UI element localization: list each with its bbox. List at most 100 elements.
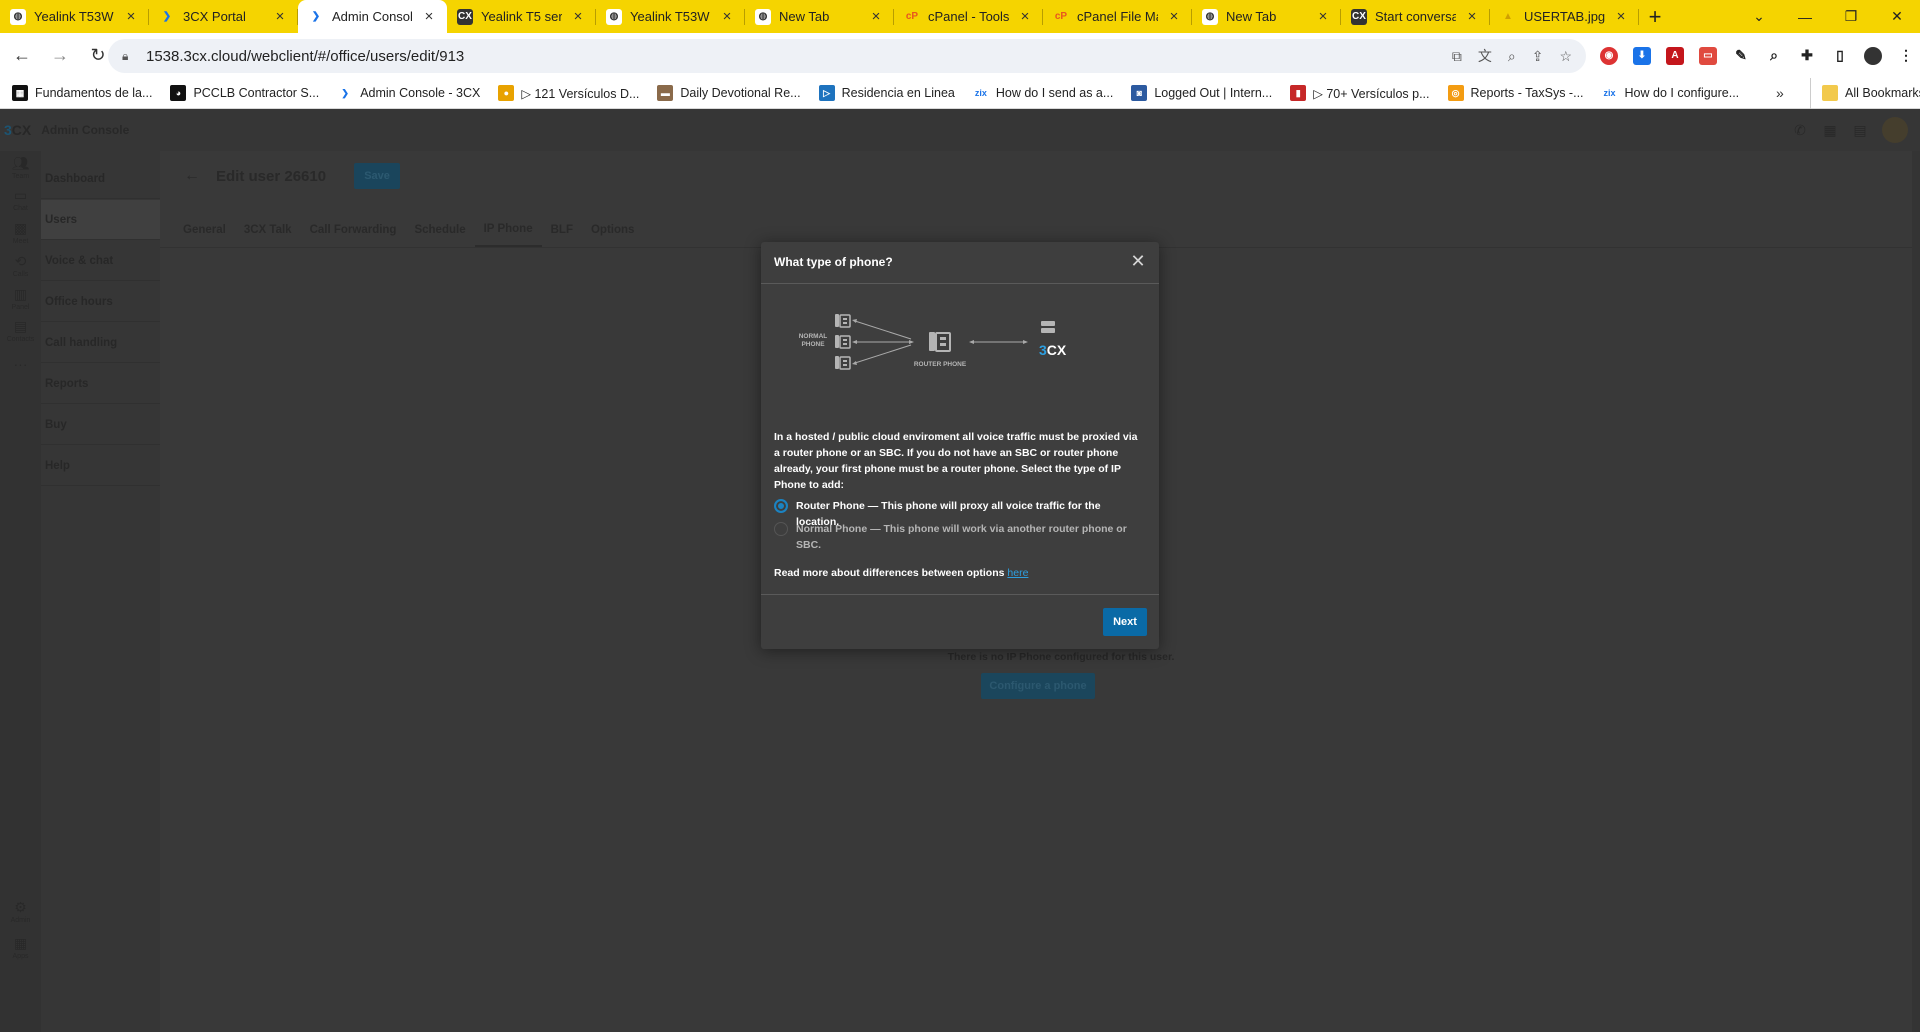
- close-icon[interactable]: ✕: [1127, 250, 1149, 272]
- forward-icon[interactable]: →: [44, 40, 76, 72]
- browser-tab[interactable]: ◍ Yealink T53W Pr ×: [0, 0, 149, 33]
- normal-phone-option-label[interactable]: Normal Phone — This phone will work via …: [796, 521, 1146, 553]
- router-phone-label: ROUTER PHONE: [914, 361, 967, 368]
- tab-close-icon[interactable]: ×: [868, 8, 884, 25]
- restore-icon[interactable]: ❐: [1828, 0, 1874, 33]
- tab-search-icon[interactable]: ⌄: [1736, 0, 1782, 33]
- tab-close-icon[interactable]: ×: [1613, 8, 1629, 25]
- bookmark-label: Daily Devotional Re...: [680, 86, 801, 100]
- search-extension-icon[interactable]: ⌕: [1765, 46, 1783, 65]
- server-icon: [1041, 321, 1055, 333]
- tab-close-icon[interactable]: ×: [1464, 8, 1480, 25]
- tab-title: Start conversati: [1375, 9, 1456, 24]
- puzzle-icon[interactable]: ✚: [1798, 46, 1816, 65]
- browser-tab[interactable]: cP cPanel File Man ×: [1043, 0, 1192, 33]
- connector-line-top: [854, 320, 912, 340]
- arrowhead-bottom: [852, 361, 857, 365]
- zix-icon: zix: [974, 88, 987, 98]
- tab-title: Yealink T5 serie: [481, 9, 562, 24]
- browser-tab-bar: ◍ Yealink T53W Pr × ❯ 3CX Portal × ❯ Admin Cons…: [0, 0, 1920, 33]
- normal-phone-label: NORMAL PHONE: [799, 333, 828, 348]
- bookmark-item[interactable]: ▮ ▷ 70+ Versículos p...: [1290, 85, 1430, 101]
- browser-tab[interactable]: ◍ Yealink T53W P ×: [596, 0, 745, 33]
- read-more-text: Read more about differences between opti…: [774, 567, 1028, 579]
- cpanel-icon: cP: [905, 11, 919, 22]
- bookmark-item[interactable]: ◎ Reports - TaxSys -...: [1447, 85, 1584, 101]
- bookmark-item[interactable]: zix How do I send as a...: [973, 85, 1113, 101]
- radio-checked[interactable]: [774, 499, 788, 513]
- bookmark-item[interactable]: ◕ PCCLB Contractor S...: [170, 85, 319, 101]
- bookmark-item[interactable]: ● ▷ 121 Versículos D...: [498, 85, 639, 101]
- bookmark-label: ▷ 121 Versículos D...: [521, 86, 640, 101]
- bookmark-label: Residencia en Linea: [841, 86, 955, 100]
- tab-close-icon[interactable]: ×: [719, 8, 735, 25]
- phone-topology-diagram: NORMAL PHONE ROUTER PHONE 3CX: [799, 314, 1067, 370]
- next-button[interactable]: Next: [1103, 608, 1147, 636]
- tab-close-icon[interactable]: ×: [1315, 8, 1331, 25]
- close-window-icon[interactable]: ✕: [1874, 0, 1920, 33]
- bookmark-label: Logged Out | Intern...: [1154, 86, 1273, 100]
- download-icon[interactable]: ⬇: [1633, 46, 1651, 65]
- browser-tab[interactable]: cP cPanel - Tools ×: [894, 0, 1043, 33]
- connector-line-bottom: [854, 344, 912, 364]
- tab-title: Yealink T53W Pr: [34, 9, 115, 24]
- chrome-icon: ◍: [755, 8, 771, 25]
- bookmarks-list: ▦ Fundamentos de la... ◕ PCCLB Contractor S…: [12, 85, 1757, 101]
- cpanel-icon: cP: [1054, 11, 1068, 22]
- phone-type-dialog: What type of phone? ✕ NORMAL PHONE ROUTE…: [761, 242, 1159, 649]
- read-more-prefix: Read more about differences between opti…: [774, 567, 1005, 579]
- extension-red-icon[interactable]: ◉: [1600, 46, 1618, 65]
- pdf-extension-icon[interactable]: A: [1666, 46, 1684, 65]
- bookmark-favicon: ●: [498, 85, 515, 101]
- kebab-menu-icon[interactable]: ⋮: [1897, 46, 1915, 65]
- tab-close-icon[interactable]: ×: [123, 8, 139, 25]
- 3cx-logo-icon: CX: [457, 8, 473, 25]
- profile-avatar[interactable]: [1864, 46, 1882, 65]
- read-more-link[interactable]: here: [1007, 567, 1028, 579]
- open-in-app-icon[interactable]: ⧉: [1452, 48, 1462, 65]
- bookmarks-overflow-icon[interactable]: »: [1776, 85, 1784, 101]
- globe-icon: ◍: [10, 8, 26, 25]
- share-icon[interactable]: ⇪: [1532, 48, 1544, 65]
- bookmark-item[interactable]: ▷ Residencia en Linea: [818, 85, 955, 101]
- bookmark-item[interactable]: ◙ Logged Out | Intern...: [1131, 85, 1272, 101]
- minimize-icon[interactable]: —: [1782, 0, 1828, 33]
- zoom-icon[interactable]: ⌕: [1508, 48, 1516, 65]
- bookmark-favicon: ◎: [1447, 85, 1464, 101]
- browser-tab[interactable]: CX Start conversati ×: [1341, 0, 1490, 33]
- desk-phone-icon: [835, 314, 851, 328]
- omnibox-actions: ⧉ 文 ⌕ ⇪ ☆: [1452, 39, 1572, 73]
- browser-tab[interactable]: ▲ USERTAB.jpg (1 ×: [1490, 0, 1639, 33]
- all-bookmarks-button[interactable]: All Bookmarks: [1822, 85, 1920, 101]
- tab-close-icon[interactable]: ×: [1166, 8, 1182, 25]
- new-tab-button[interactable]: +: [1639, 0, 1671, 33]
- dialog-footer-divider: [761, 594, 1159, 595]
- tab-close-icon[interactable]: ×: [421, 8, 437, 25]
- bookmark-item[interactable]: ▦ Fundamentos de la...: [12, 85, 152, 101]
- browser-tab[interactable]: ❯ Admin Console ×: [298, 0, 447, 33]
- bookmark-item[interactable]: zix How do I configure...: [1602, 85, 1740, 101]
- extension-screen-icon[interactable]: ▭: [1699, 46, 1717, 65]
- browser-tab[interactable]: CX Yealink T5 serie ×: [447, 0, 596, 33]
- url-text[interactable]: 1538.3cx.cloud/webclient/#/office/users/…: [146, 48, 464, 65]
- all-bookmarks-label: All Bookmarks: [1845, 86, 1920, 100]
- browser-tab[interactable]: ◍ New Tab ×: [745, 0, 894, 33]
- bookmark-star-icon[interactable]: ☆: [1559, 48, 1572, 65]
- browser-tab[interactable]: ❯ 3CX Portal ×: [149, 0, 298, 33]
- eyedropper-icon[interactable]: ✎: [1732, 46, 1750, 65]
- back-icon[interactable]: ←: [6, 40, 38, 72]
- address-bar[interactable]: 🔒︎ 1538.3cx.cloud/webclient/#/office/use…: [108, 39, 1586, 73]
- side-panel-icon[interactable]: ▯: [1831, 46, 1849, 65]
- tab-close-icon[interactable]: ×: [1017, 8, 1033, 25]
- radio-unchecked[interactable]: [774, 522, 788, 536]
- brand-prefix: 3: [1039, 342, 1047, 358]
- 3cx-brand-text: 3CX: [1039, 342, 1067, 358]
- bookmark-item[interactable]: ▬ Daily Devotional Re...: [657, 85, 801, 101]
- tab-close-icon[interactable]: ×: [272, 8, 288, 25]
- translate-icon[interactable]: 文: [1478, 46, 1492, 66]
- normal-phone-option[interactable]: Normal Phone — This phone will work via …: [774, 521, 1146, 553]
- lock-icon[interactable]: 🔒︎: [122, 49, 136, 63]
- bookmark-item[interactable]: ❯ Admin Console - 3CX: [337, 85, 480, 101]
- tab-close-icon[interactable]: ×: [570, 8, 586, 25]
- browser-tab[interactable]: ◍ New Tab ×: [1192, 0, 1341, 33]
